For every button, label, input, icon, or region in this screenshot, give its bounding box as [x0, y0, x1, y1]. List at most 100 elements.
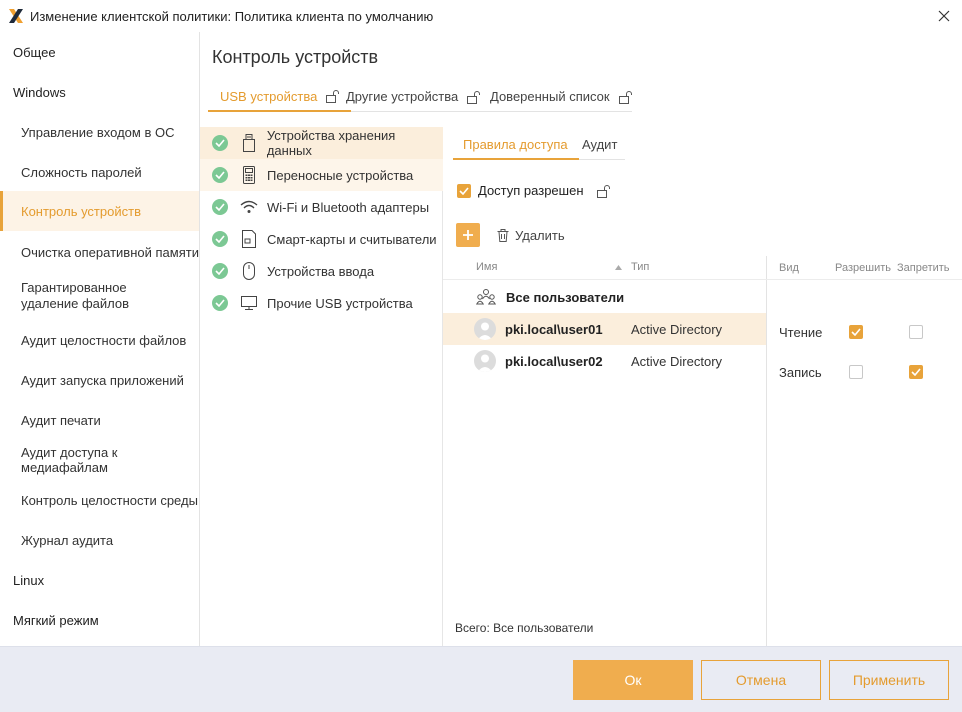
sidebar-item-device-control[interactable]: Контроль устройств — [0, 191, 199, 231]
delete-label: Удалить — [515, 228, 565, 243]
sidebar-item-app-launch-audit[interactable]: Аудит запуска приложений — [0, 360, 199, 400]
row-name: pki.local\user02 — [505, 353, 603, 369]
wifi-icon — [240, 198, 258, 216]
unlock-icon[interactable] — [466, 90, 481, 104]
read-allow-checkbox[interactable] — [849, 325, 863, 339]
device-item-smartcards[interactable]: Смарт-карты и считыватели — [200, 223, 443, 255]
rules-tabs: Правила доступа Аудит — [453, 130, 625, 160]
sidebar-item-label: Аудит доступа к медиафайлам — [21, 445, 118, 475]
enabled-check-icon — [212, 167, 228, 183]
device-label: Wi-Fi и Bluetooth адаптеры — [267, 199, 430, 215]
permission-label: Чтение — [779, 324, 823, 340]
page-title: Контроль устройств — [212, 47, 379, 67]
sidebar-item-audit-log[interactable]: Журнал аудита — [0, 520, 199, 560]
column-header-type[interactable]: Тип — [631, 261, 649, 273]
checkmark-icon — [459, 186, 469, 195]
sidebar-item-label: Windows — [13, 84, 66, 100]
device-label: Переносные устройства — [267, 167, 414, 183]
device-label: Смарт-карты и считыватели — [267, 231, 437, 247]
tab-other-devices[interactable]: Другие устройства — [346, 82, 481, 111]
device-label: Прочие USB устройства — [267, 295, 413, 311]
apply-button[interactable]: Применить — [829, 660, 949, 700]
sidebar-item-label: Управление входом в ОС — [21, 124, 175, 140]
table-row[interactable]: pki.local\user02 Active Directory — [443, 345, 766, 377]
device-label: Устройства ввода — [267, 263, 375, 279]
tab-audit[interactable]: Аудит — [582, 130, 617, 159]
enabled-check-icon — [212, 199, 228, 215]
permissions-table: Вид Разрешить Запретить Чтение Запись — [767, 256, 962, 646]
sidebar-item-soft-mode[interactable]: Мягкий режим — [0, 600, 199, 640]
table-row[interactable]: Все пользователи — [443, 281, 766, 313]
access-allowed-label: Доступ разрешен — [478, 183, 584, 198]
sidebar-item-media-audit[interactable]: Аудит доступа к медиафайлам — [0, 440, 199, 480]
sidebar-item-secure-delete[interactable]: Гарантированное удаление файлов — [0, 272, 199, 320]
sidebar-item-linux[interactable]: Linux — [0, 560, 199, 600]
main-content: Контроль устройств USB устройства Другие… — [200, 32, 962, 646]
close-button[interactable] — [932, 4, 956, 28]
device-item-wifi-bluetooth[interactable]: Wi-Fi и Bluetooth адаптеры — [200, 191, 443, 223]
tab-label: USB устройства — [220, 88, 318, 104]
column-header-allow: Разрешить — [835, 262, 891, 274]
unlock-icon[interactable] — [596, 184, 610, 198]
trash-icon — [497, 229, 509, 242]
sidebar-item-label: Аудит целостности файлов — [21, 332, 187, 348]
user-avatar-icon — [474, 350, 496, 372]
sidebar-item-label: Сложность паролей — [21, 164, 142, 180]
checkmark-icon — [911, 368, 921, 376]
sidebar-item-environment-integrity[interactable]: Контроль целостности среды — [0, 480, 199, 520]
usb-drive-icon — [240, 134, 258, 152]
column-header-name[interactable]: Имя — [476, 261, 497, 273]
tab-usb-devices[interactable]: USB устройства — [208, 82, 352, 112]
write-deny-checkbox[interactable] — [909, 365, 923, 379]
device-item-portable[interactable]: Переносные устройства — [200, 159, 443, 191]
sidebar-item-label: Контроль целостности среды — [21, 492, 198, 508]
total-summary: Всего: Все пользователи — [455, 621, 593, 635]
unlock-icon[interactable] — [618, 90, 632, 104]
add-button[interactable] — [456, 223, 480, 247]
device-category-tabs: USB устройства Другие устройства Доверен… — [208, 82, 632, 112]
portable-device-icon — [240, 166, 258, 184]
column-header-deny: Запретить — [897, 262, 950, 274]
sidebar-item-print-audit[interactable]: Аудит печати — [0, 400, 199, 440]
sidebar: Общее Windows Управление входом в ОС Сло… — [0, 32, 200, 646]
close-icon — [938, 10, 950, 22]
tab-trusted-list[interactable]: Доверенный список — [490, 82, 632, 111]
sidebar-item-windows[interactable]: Windows — [0, 72, 199, 112]
enabled-check-icon — [212, 135, 228, 151]
sidebar-item-label: Очистка оперативной памяти — [21, 244, 199, 260]
enabled-check-icon — [212, 263, 228, 279]
users-group-icon — [475, 288, 497, 306]
sidebar-item-label: Контроль устройств — [21, 203, 141, 219]
row-type: Active Directory — [631, 321, 723, 337]
column-header-kind: Вид — [779, 262, 799, 274]
sidebar-item-general[interactable]: Общее — [0, 32, 199, 72]
title-bar: Изменение клиентской политики: Политика … — [0, 0, 962, 32]
access-allowed-row: Доступ разрешен — [457, 183, 610, 198]
sidebar-item-login-control[interactable]: Управление входом в ОС — [0, 112, 199, 152]
tab-label: Аудит — [582, 137, 618, 152]
cancel-button[interactable]: Отмена — [701, 660, 821, 700]
unlock-icon[interactable] — [325, 89, 340, 103]
device-list: Устройства хранения данных Переносные ус… — [200, 127, 443, 646]
sidebar-item-password-complexity[interactable]: Сложность паролей — [0, 152, 199, 192]
sidebar-item-memory-cleanup[interactable]: Очистка оперативной памяти — [0, 232, 199, 272]
enabled-check-icon — [212, 295, 228, 311]
permission-row-write: Запись — [767, 352, 962, 392]
sidebar-item-file-integrity-audit[interactable]: Аудит целостности файлов — [0, 320, 199, 360]
access-allowed-checkbox[interactable] — [457, 183, 471, 198]
table-row[interactable]: pki.local\user01 Active Directory — [443, 313, 766, 345]
monitor-icon — [240, 294, 258, 312]
permission-row-read: Чтение — [767, 312, 962, 352]
device-item-input[interactable]: Устройства ввода — [200, 255, 443, 287]
device-item-other-usb[interactable]: Прочие USB устройства — [200, 287, 443, 319]
tab-access-rules[interactable]: Правила доступа — [453, 130, 579, 160]
write-allow-checkbox[interactable] — [849, 365, 863, 379]
sidebar-item-label: Общее — [13, 44, 56, 60]
delete-button[interactable]: Удалить — [497, 228, 565, 243]
ok-button[interactable]: Ок — [573, 660, 693, 700]
read-deny-checkbox[interactable] — [909, 325, 923, 339]
sort-asc-icon[interactable] — [615, 265, 622, 270]
device-item-storage[interactable]: Устройства хранения данных — [200, 127, 443, 159]
user-avatar-icon — [474, 318, 496, 340]
sidebar-item-label-line2: удаление файлов — [21, 296, 130, 311]
